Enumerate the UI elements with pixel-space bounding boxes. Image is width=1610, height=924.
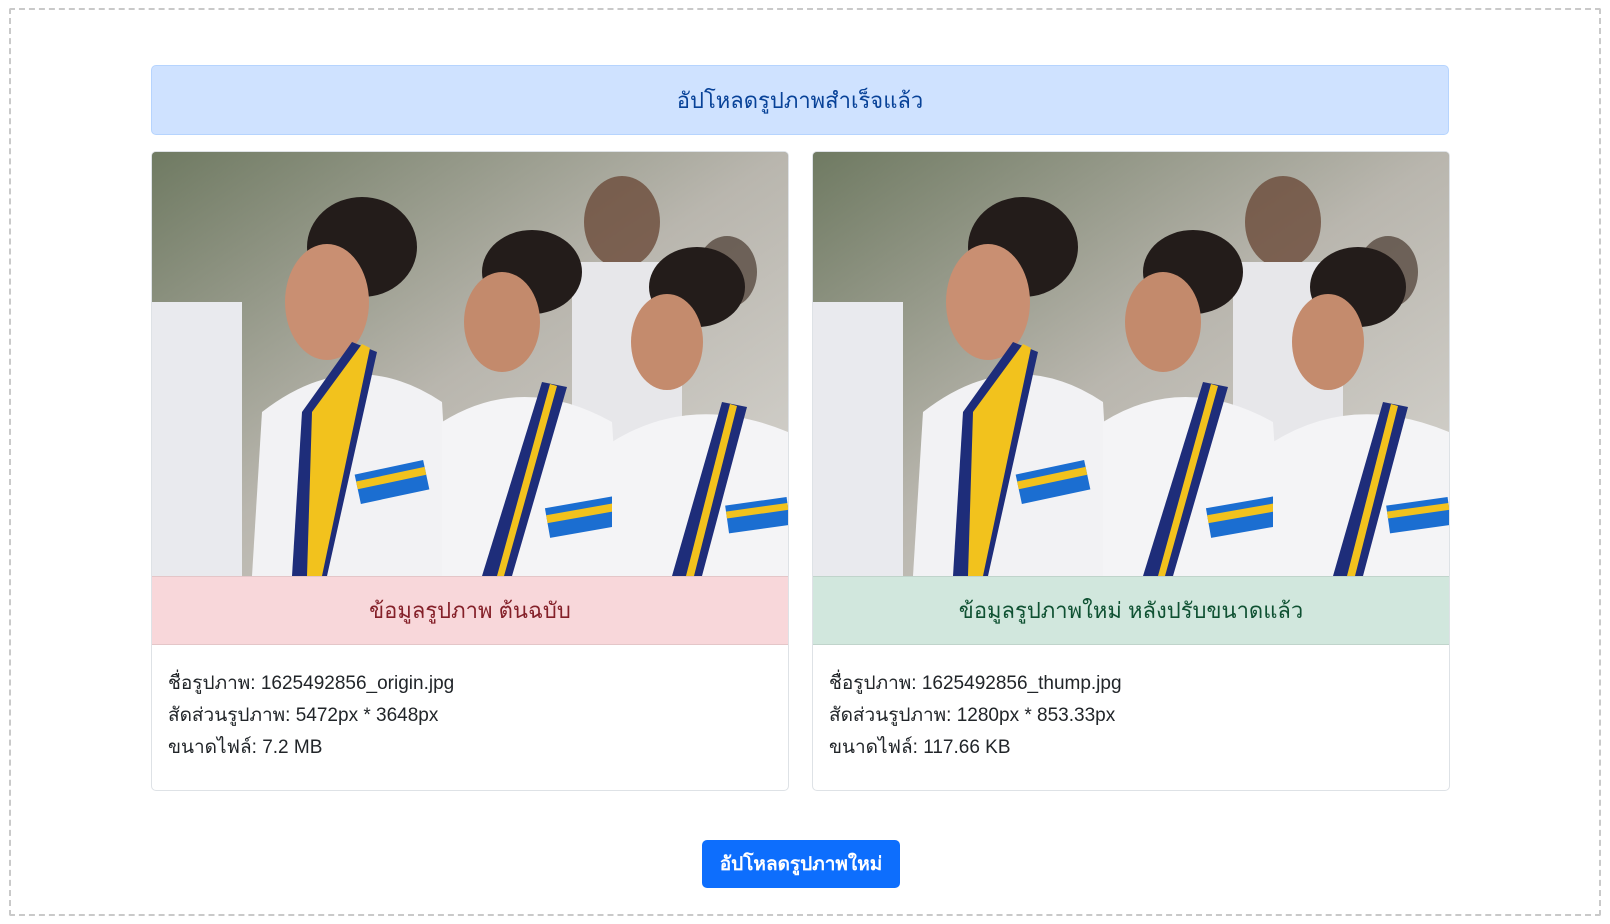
resized-dimensions-value: 1280px * 853.33px <box>956 705 1116 726</box>
original-image <box>152 152 788 576</box>
resized-info-header: ข้อมูลรูปภาพใหม่ หลังปรับขนาดแล้ว <box>813 576 1449 645</box>
original-dimensions-label: สัดส่วนรูปภาพ: <box>168 705 291 726</box>
original-image-card: ข้อมูลรูปภาพ ต้นฉบับ ชื่อรูปภาพ: 1625492… <box>151 151 789 791</box>
resized-image <box>813 152 1449 576</box>
original-info-header: ข้อมูลรูปภาพ ต้นฉบับ <box>152 576 788 645</box>
alert-message: อัปโหลดรูปภาพสำเร็จแล้ว <box>676 87 924 113</box>
original-dimensions-value: 5472px * 3648px <box>295 705 439 726</box>
resized-image-card: ข้อมูลรูปภาพใหม่ หลังปรับขนาดแล้ว ชื่อรู… <box>812 151 1450 791</box>
original-header-text: ข้อมูลรูปภาพ ต้นฉบับ <box>369 598 571 623</box>
original-filename-line: ชื่อรูปภาพ: 1625492856_origin.jpg <box>168 668 768 700</box>
original-filename-label: ชื่อรูปภาพ: <box>168 673 256 694</box>
original-filesize-label: ขนาดไฟล์: <box>168 737 257 758</box>
resized-filesize-label: ขนาดไฟล์: <box>829 737 918 758</box>
resized-filesize-line: ขนาดไฟล์: 117.66 KB <box>829 732 1429 764</box>
upload-new-image-button[interactable]: อัปโหลดรูปภาพใหม่ <box>702 840 900 888</box>
resized-filesize-value: 117.66 KB <box>923 737 1011 758</box>
resized-info-body: ชื่อรูปภาพ: 1625492856_thump.jpg สัดส่วน… <box>829 668 1429 764</box>
resized-filename-value: 1625492856_thump.jpg <box>921 673 1122 694</box>
original-filesize-value: 7.2 MB <box>262 737 323 758</box>
original-dimensions-line: สัดส่วนรูปภาพ: 5472px * 3648px <box>168 700 768 732</box>
resized-dimensions-line: สัดส่วนรูปภาพ: 1280px * 853.33px <box>829 700 1429 732</box>
resized-filename-label: ชื่อรูปภาพ: <box>829 673 917 694</box>
resized-dimensions-label: สัดส่วนรูปภาพ: <box>829 705 952 726</box>
resized-header-text: ข้อมูลรูปภาพใหม่ หลังปรับขนาดแล้ว <box>958 598 1304 623</box>
original-info-body: ชื่อรูปภาพ: 1625492856_origin.jpg สัดส่ว… <box>168 668 768 764</box>
original-filesize-line: ขนาดไฟล์: 7.2 MB <box>168 732 768 764</box>
original-filename-value: 1625492856_origin.jpg <box>260 673 455 694</box>
resized-filename-line: ชื่อรูปภาพ: 1625492856_thump.jpg <box>829 668 1429 700</box>
upload-success-alert: อัปโหลดรูปภาพสำเร็จแล้ว <box>151 65 1449 135</box>
